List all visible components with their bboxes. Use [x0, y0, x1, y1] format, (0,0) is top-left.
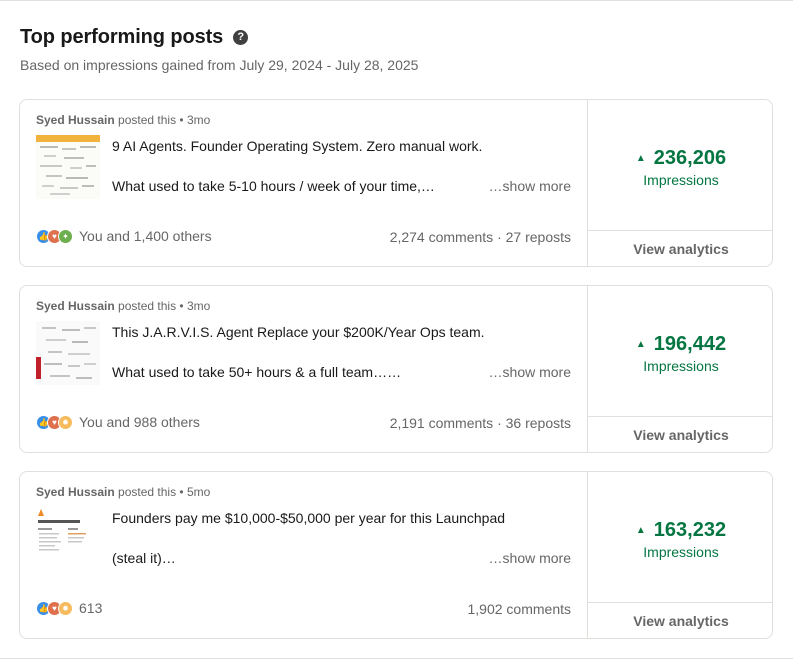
insight-icon: ✹ [58, 600, 73, 616]
post-text-line2: What used to take 5-10 hours / week of y… [112, 178, 435, 194]
post-text-line1: This J.A.R.V.I.S. Agent Replace your $20… [112, 324, 485, 340]
post-text-line2: (steal it)… [112, 550, 176, 566]
impressions-value: ▲ 196,442 [636, 333, 726, 356]
post-age: 3mo [186, 113, 211, 127]
impressions-label: Impressions [643, 172, 719, 188]
impressions-stat: ▲ 163,232 Impressions [588, 519, 772, 560]
post-text-line1: 9 AI Agents. Founder Operating System. Z… [112, 138, 483, 154]
post-meta: Syed Hussain posted this • 5mo [36, 485, 210, 499]
posted-this-text: posted this • [118, 299, 184, 313]
post-content[interactable]: Syed Hussain posted this • 3mo [20, 100, 587, 266]
engagement-counts[interactable]: 1,902 comments [468, 601, 572, 617]
impressions-panel: ▲ 236,206 Impressions View analytics [587, 100, 772, 266]
author-name[interactable]: Syed Hussain [36, 485, 115, 499]
trend-up-icon: ▲ [635, 525, 646, 536]
help-icon[interactable]: ? [233, 30, 249, 45]
engagement-counts[interactable]: 2,191 comments · 36 reposts [390, 415, 571, 431]
reactions-count: You and 988 others [79, 414, 200, 430]
author-name[interactable]: Syed Hussain [36, 299, 115, 313]
post-card: Syed Hussain posted this • 3mo [19, 285, 773, 453]
show-more-link[interactable]: …show more [489, 550, 571, 566]
bottom-divider [0, 658, 793, 659]
impressions-label: Impressions [643, 358, 719, 374]
impressions-stat: ▲ 236,206 Impressions [588, 147, 772, 188]
post-meta: Syed Hussain posted this • 3mo [36, 299, 210, 313]
trend-up-icon: ▲ [635, 339, 646, 350]
view-analytics-button[interactable]: View analytics [588, 230, 772, 266]
reactions-count: You and 1,400 others [79, 228, 212, 244]
impressions-panel: ▲ 163,232 Impressions View analytics [587, 472, 772, 638]
post-thumbnail[interactable] [36, 507, 100, 571]
reactions-count: 613 [79, 600, 103, 616]
insight-icon: ✹ [58, 414, 73, 430]
post-text-line1: Founders pay me $10,000-$50,000 per year… [112, 510, 506, 526]
top-divider [0, 0, 793, 1]
reactions-summary[interactable]: 👍 ♥ ✹ 613 [36, 600, 102, 616]
post-content[interactable]: Syed Hussain posted this • 3mo [20, 286, 587, 452]
impressions-number: 196,442 [653, 333, 727, 355]
impressions-stat: ▲ 196,442 Impressions [588, 333, 772, 374]
impressions-value: ▲ 236,206 [636, 147, 726, 170]
impressions-number: 163,232 [653, 519, 727, 541]
page-title: Top performing posts [20, 26, 224, 48]
impressions-panel: ▲ 196,442 Impressions View analytics [587, 286, 772, 452]
post-thumbnail[interactable] [36, 135, 100, 199]
title-row: Top performing posts ? [20, 26, 418, 49]
view-analytics-button[interactable]: View analytics [588, 602, 772, 638]
post-age: 5mo [186, 485, 211, 499]
reactions-summary[interactable]: 👍 ♥ ✹ You and 988 others [36, 414, 200, 430]
posted-this-text: posted this • [118, 485, 184, 499]
post-card: Syed Hussain posted this • 3mo [19, 99, 773, 267]
author-name[interactable]: Syed Hussain [36, 113, 115, 127]
post-age: 3mo [186, 299, 211, 313]
impressions-number: 236,206 [653, 147, 727, 169]
engagement-counts[interactable]: 2,274 comments · 27 reposts [390, 229, 571, 245]
show-more-link[interactable]: …show more [489, 178, 571, 194]
reactions-summary[interactable]: 👍 ♥ ✦ You and 1,400 others [36, 228, 212, 244]
impressions-label: Impressions [643, 544, 719, 560]
post-card: Syed Hussain posted this • 5mo Founders … [19, 471, 773, 639]
posted-this-text: posted this • [118, 113, 184, 127]
post-thumbnail[interactable] [36, 321, 100, 385]
date-range-subtitle: Based on impressions gained from July 29… [20, 57, 419, 73]
section-header: Top performing posts ? Based on impressi… [20, 26, 418, 73]
post-content[interactable]: Syed Hussain posted this • 5mo Founders … [20, 472, 587, 638]
post-meta: Syed Hussain posted this • 3mo [36, 113, 210, 127]
impressions-value: ▲ 163,232 [636, 519, 726, 542]
show-more-link[interactable]: …show more [489, 364, 571, 380]
view-analytics-button[interactable]: View analytics [588, 416, 772, 452]
post-text-line2: What used to take 50+ hours & a full tea… [112, 364, 402, 380]
trend-up-icon: ▲ [635, 153, 646, 164]
support-icon: ✦ [58, 228, 73, 244]
